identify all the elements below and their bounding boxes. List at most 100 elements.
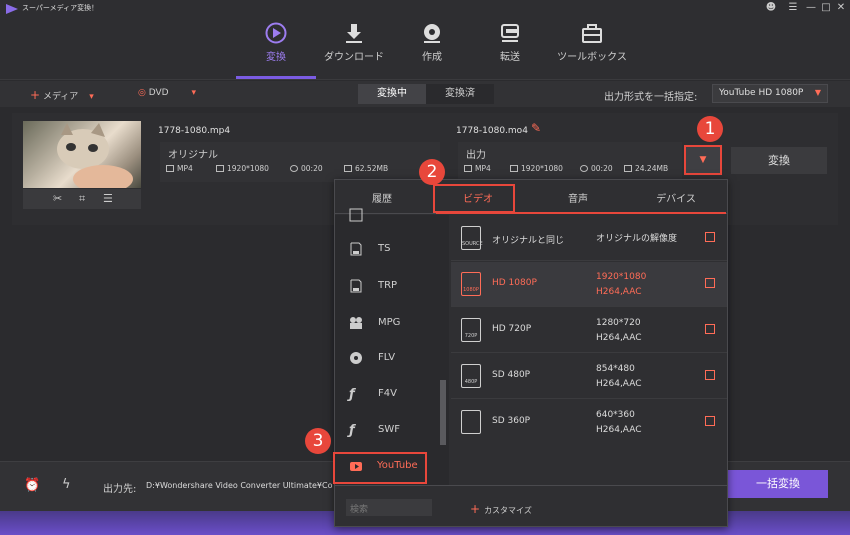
add-dvd-button[interactable]: ◎ DVD ▾ [138, 88, 196, 98]
close-icon[interactable]: ✕ [834, 1, 848, 15]
nav-download[interactable]: ダウンロード [314, 22, 394, 63]
convert-button[interactable]: 変換 [731, 147, 827, 174]
disc-icon: ◎ [138, 88, 146, 98]
film-icon [166, 165, 174, 172]
source-file-name: 1778-1080.mp4 [158, 126, 231, 136]
transfer-icon [501, 24, 519, 42]
format-select[interactable]: YouTube HD 1080P ▼ [712, 84, 828, 103]
film-icon [464, 165, 472, 172]
output-format: MP4 [464, 164, 491, 173]
minimize-icon[interactable]: — [804, 1, 818, 15]
callout-badge-3: 3 [305, 428, 331, 454]
f4v-icon: ƒ [349, 387, 355, 402]
add-media-label: メディア [42, 92, 79, 102]
nav-download-label: ダウンロード [324, 52, 384, 63]
nav-convert[interactable]: 変換 [236, 22, 316, 63]
original-info-box: オリジナル MP4 1920*1080 00:20 62.52MB [160, 142, 440, 182]
preset-item[interactable]: SD 360P 640*360 H264,AAC [451, 400, 727, 445]
nav-burn-label: 作成 [422, 52, 442, 63]
preset-spec: オリジナルの解像度 [596, 234, 678, 244]
original-resolution: 1920*1080 [216, 164, 269, 173]
preset-item[interactable]: 720P HD 720P 1280*720 H264,AAC [451, 308, 727, 353]
crop-icon[interactable]: ⌗ [79, 192, 85, 206]
callout-badge-1: 1 [697, 116, 723, 142]
add-media-button[interactable]: + メディア ▾ [30, 88, 94, 102]
format-flv-label: FLV [378, 352, 396, 363]
customize-button[interactable]: + カスタマイズ [470, 502, 532, 516]
preset-name: HD 1080P [492, 278, 537, 288]
sd-480p-icon: 480P [461, 364, 481, 388]
tab-history[interactable]: 履歴 [342, 190, 422, 205]
trp-icon [350, 279, 362, 293]
format-swf[interactable]: ƒ SWF [345, 421, 445, 445]
alarm-clock-icon[interactable]: ⏰ [24, 478, 40, 493]
preset-item-selected[interactable]: 1080P HD 1080P 1920*1080 H264,AAC [451, 262, 727, 307]
highlight-box-youtube [333, 452, 427, 484]
highlight-box-video-tab [433, 184, 515, 213]
settings-sliders-icon[interactable]: ☰ [103, 192, 113, 205]
edit-name-icon[interactable]: ✎ [531, 121, 541, 135]
menu-icon[interactable]: ☰ [786, 1, 800, 15]
video-thumbnail[interactable] [23, 121, 141, 188]
preset-item[interactable]: 480P SD 480P 854*480 H264,AAC [451, 354, 727, 399]
chevron-down-icon: ▾ [89, 92, 94, 102]
chevron-down-icon: ▼ [814, 88, 821, 97]
batch-convert-button[interactable]: 一括変換 [728, 470, 828, 498]
tab-converting[interactable]: 変換中 [358, 84, 426, 104]
nav-toolbox[interactable]: ツールボックス [550, 22, 634, 63]
list-item-partial [345, 206, 445, 224]
preset-name: SD 360P [492, 416, 531, 426]
nav-active-indicator [236, 76, 316, 79]
format-mpg[interactable]: MPG [345, 314, 445, 338]
format-flv[interactable]: FLV [345, 349, 445, 373]
preset-name: オリジナルと同じ [492, 236, 565, 246]
edit-icon[interactable] [705, 416, 715, 426]
scissors-icon[interactable]: ✂ [53, 192, 62, 205]
lightning-icon[interactable]: ϟ [62, 477, 71, 492]
output-location-path[interactable]: D:¥Wondershare Video Converter Ultimate¥… [146, 479, 336, 495]
user-icon[interactable]: ☻ [764, 1, 778, 15]
format-f4v[interactable]: ƒ F4V [345, 385, 445, 409]
folder-icon [344, 165, 352, 172]
tab-converted[interactable]: 変換済 [426, 84, 494, 104]
edit-icon[interactable] [705, 232, 715, 242]
format-label: 出力形式を一括指定: [604, 92, 698, 103]
convert-status-tabs: 変換中 変換済 [358, 84, 494, 104]
preset-name: HD 720P [492, 324, 532, 334]
maximize-icon[interactable]: □ [819, 1, 833, 15]
app-logo-icon [6, 4, 18, 14]
format-search-input[interactable]: 検索 [346, 499, 432, 516]
customize-label: カスタマイズ [484, 506, 532, 515]
resolution-icon [510, 165, 518, 172]
nav-burn[interactable]: 作成 [392, 22, 472, 63]
format-trp[interactable]: TRP [345, 277, 445, 301]
nav-transfer[interactable]: 転送 [470, 22, 550, 63]
add-dvd-label: DVD [148, 88, 169, 98]
chevron-down-icon: ▼ [699, 155, 707, 165]
folder-icon [624, 165, 632, 172]
tab-audio[interactable]: 音声 [538, 190, 618, 205]
format-list-scroll-thumb[interactable] [440, 380, 446, 445]
edit-icon[interactable] [705, 278, 715, 288]
output-file-name: 1778-1080.mo4 [456, 126, 528, 136]
output-duration: 00:20 [580, 164, 613, 173]
flv-icon [350, 352, 362, 364]
format-trp-label: TRP [378, 280, 398, 291]
clock-icon [580, 165, 588, 172]
original-title: オリジナル [168, 150, 218, 161]
toolbox-icon [582, 24, 602, 43]
output-format-dropdown-button[interactable]: ▼ [684, 145, 722, 175]
thumbnail-toolbar: ✂ ⌗ ☰ [23, 189, 141, 209]
original-size: 62.52MB [344, 164, 388, 173]
output-size: 24.24MB [624, 164, 668, 173]
original-duration: 00:20 [290, 164, 323, 173]
hd-720p-icon: 720P [461, 318, 481, 342]
nav-convert-label: 変換 [266, 52, 286, 63]
preset-item[interactable]: SOURCE オリジナルと同じ オリジナルの解像度 [451, 216, 727, 261]
edit-icon[interactable] [705, 370, 715, 380]
burn-icon [424, 24, 440, 43]
edit-icon[interactable] [705, 324, 715, 334]
format-select-value: YouTube HD 1080P [719, 88, 804, 98]
format-ts[interactable]: TS [345, 240, 445, 264]
tab-device[interactable]: デバイス [636, 190, 716, 205]
